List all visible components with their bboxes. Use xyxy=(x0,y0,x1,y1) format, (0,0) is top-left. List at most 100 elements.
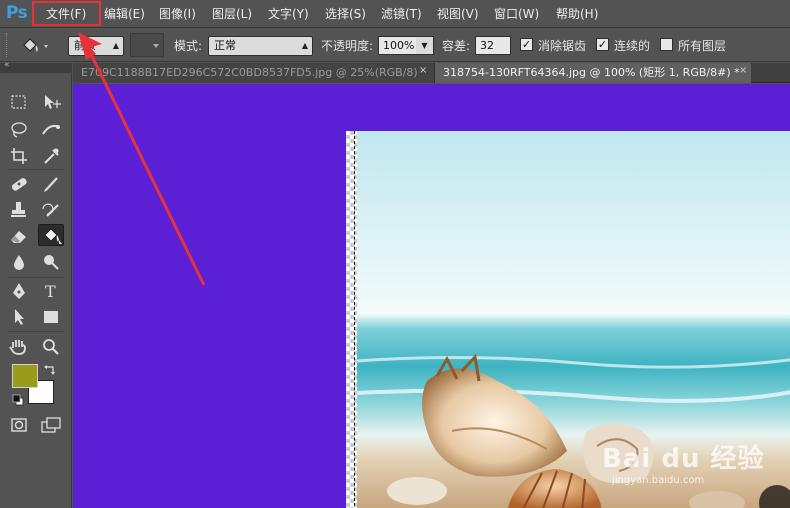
fill-source-value: 前景 xyxy=(74,39,96,52)
bandage-icon xyxy=(11,178,27,191)
lasso-tool[interactable] xyxy=(6,119,32,141)
rectangle-icon xyxy=(44,311,58,323)
history-brush-tool[interactable] xyxy=(38,199,64,221)
fill-source-select[interactable]: 前景 ▲ xyxy=(68,36,124,56)
opacity-label: 不透明度: xyxy=(321,39,374,53)
collapse-icon[interactable]: « xyxy=(4,60,10,70)
lasso-icon xyxy=(11,122,27,138)
chevron-updown-icon: ▲ xyxy=(301,41,308,50)
opacity-slider-button[interactable]: ▼ xyxy=(416,36,434,55)
menu-layer[interactable]: 图层(L) xyxy=(212,6,252,22)
options-bar: 前景 ▲ 模式: 正常 ▲ 不透明度: 100% ▼ 容差: 32 ✓ 消除锯齿… xyxy=(0,29,790,62)
eyedropper-icon xyxy=(44,148,59,164)
droplet-icon xyxy=(14,255,24,270)
rectangle-tool[interactable] xyxy=(38,306,64,328)
contiguous-checkbox[interactable]: ✓ xyxy=(596,38,609,51)
dodge-icon xyxy=(44,255,59,270)
pattern-picker[interactable] xyxy=(130,33,164,57)
brush-icon xyxy=(44,177,58,192)
eyedropper-tool[interactable] xyxy=(38,145,64,167)
hand-tool[interactable] xyxy=(6,336,32,358)
tolerance-label: 容差: xyxy=(442,39,471,53)
all-layers-checkbox[interactable] xyxy=(660,38,673,51)
quick-mask-icon xyxy=(11,418,27,432)
healing-brush-tool[interactable] xyxy=(6,173,32,195)
contiguous-label: 连续的 xyxy=(614,39,651,53)
options-bar-grip[interactable] xyxy=(6,33,9,57)
brush-tool[interactable] xyxy=(38,173,64,195)
toolbox-separator xyxy=(8,331,64,332)
document-tab-2[interactable]: 318754-130RFT64364.jpg @ 100% (矩形 1, RGB… xyxy=(435,63,751,83)
blur-tool[interactable] xyxy=(6,251,32,273)
dodge-tool[interactable] xyxy=(38,251,64,273)
rect-marquee-tool[interactable] xyxy=(6,91,32,113)
zoom-tool[interactable] xyxy=(38,336,64,358)
type-icon: T xyxy=(45,282,56,301)
rect-marquee-icon xyxy=(11,95,26,109)
opacity-input[interactable]: 100% xyxy=(378,36,417,55)
history-brush-icon xyxy=(42,203,59,217)
menu-image[interactable]: 图像(I) xyxy=(159,6,196,22)
antialias-checkbox[interactable]: ✓ xyxy=(520,38,533,51)
eraser-icon xyxy=(11,231,26,243)
screen-mode-icon xyxy=(41,417,61,433)
screen-mode-button[interactable] xyxy=(38,414,64,436)
arrow-pointer-icon xyxy=(15,309,24,325)
mode-select[interactable]: 正常 ▲ xyxy=(208,36,313,56)
toolbox-header[interactable]: « xyxy=(0,60,72,73)
crop-icon xyxy=(11,148,27,164)
watermark-title: Bai du 经验 xyxy=(602,444,765,474)
antialias-label: 消除锯齿 xyxy=(538,39,587,53)
stamp-icon xyxy=(11,202,26,217)
menu-window[interactable]: 窗口(W) xyxy=(494,6,539,22)
menu-help[interactable]: 帮助(H) xyxy=(556,6,598,22)
document-tab-1-title: E709C1188B17ED296C572C0BD8537FD5.jpg @ 2… xyxy=(81,66,418,79)
mode-value: 正常 xyxy=(214,39,236,52)
all-layers-label: 所有图层 xyxy=(678,39,727,53)
document-tab-2-title: 318754-130RFT64364.jpg @ 100% (矩形 1, RGB… xyxy=(443,66,740,79)
chevron-updown-icon: ▲ xyxy=(112,41,119,50)
photoshop-logo: Ps xyxy=(6,3,28,23)
quick-mask-button[interactable] xyxy=(6,414,32,436)
close-tab-1-icon[interactable]: × xyxy=(419,65,427,76)
close-tab-2-icon[interactable]: × xyxy=(739,65,747,76)
menu-edit[interactable]: 编辑(E) xyxy=(104,6,145,22)
foreground-color-swatch[interactable] xyxy=(12,364,38,388)
menu-select[interactable]: 选择(S) xyxy=(325,6,366,22)
menu-type[interactable]: 文字(Y) xyxy=(268,6,309,22)
path-select-tool[interactable] xyxy=(6,306,32,328)
toolbox-separator xyxy=(8,277,64,278)
document-tab-1[interactable]: E709C1188B17ED296C572C0BD8537FD5.jpg @ 2… xyxy=(73,63,435,83)
paint-bucket-icon xyxy=(23,38,48,52)
svg-text:T: T xyxy=(45,282,56,301)
baidu-watermark: Bai du 经验 jingyan.baidu.com xyxy=(590,430,790,508)
eraser-tool[interactable] xyxy=(6,225,32,247)
swap-colors-icon[interactable] xyxy=(43,363,57,377)
crop-tool[interactable] xyxy=(6,145,32,167)
hand-icon xyxy=(9,340,26,355)
menu-filter[interactable]: 滤镜(T) xyxy=(381,6,422,22)
mode-label: 模式: xyxy=(174,39,203,53)
tolerance-input[interactable]: 32 xyxy=(475,36,511,55)
file-menu-highlight-box xyxy=(32,1,101,26)
clone-stamp-tool[interactable] xyxy=(6,199,32,221)
move-icon xyxy=(45,95,61,109)
quick-select-icon xyxy=(42,124,60,135)
watermark-subtitle: jingyan.baidu.com xyxy=(612,475,705,486)
quick-select-tool[interactable] xyxy=(38,119,64,141)
type-tool[interactable]: T xyxy=(38,280,64,302)
document-tab-bar: E709C1188B17ED296C572C0BD8537FD5.jpg @ 2… xyxy=(73,63,790,83)
paint-bucket-tool[interactable] xyxy=(38,224,64,246)
zoom-icon xyxy=(43,339,59,355)
selection-marquee xyxy=(354,131,356,508)
paint-bucket-icon xyxy=(44,228,62,244)
toolbox-panel: « T xyxy=(0,60,72,508)
pen-tool[interactable] xyxy=(6,280,32,302)
toolbox-separator xyxy=(8,169,64,170)
tool-preset-picker[interactable] xyxy=(20,37,52,55)
default-colors-icon[interactable] xyxy=(12,394,24,406)
move-tool[interactable] xyxy=(38,91,64,113)
pen-icon xyxy=(13,283,25,299)
menu-bar: Ps 文件(F) 编辑(E) 图像(I) 图层(L) 文字(Y) 选择(S) 滤… xyxy=(0,0,790,28)
menu-view[interactable]: 视图(V) xyxy=(437,6,479,22)
